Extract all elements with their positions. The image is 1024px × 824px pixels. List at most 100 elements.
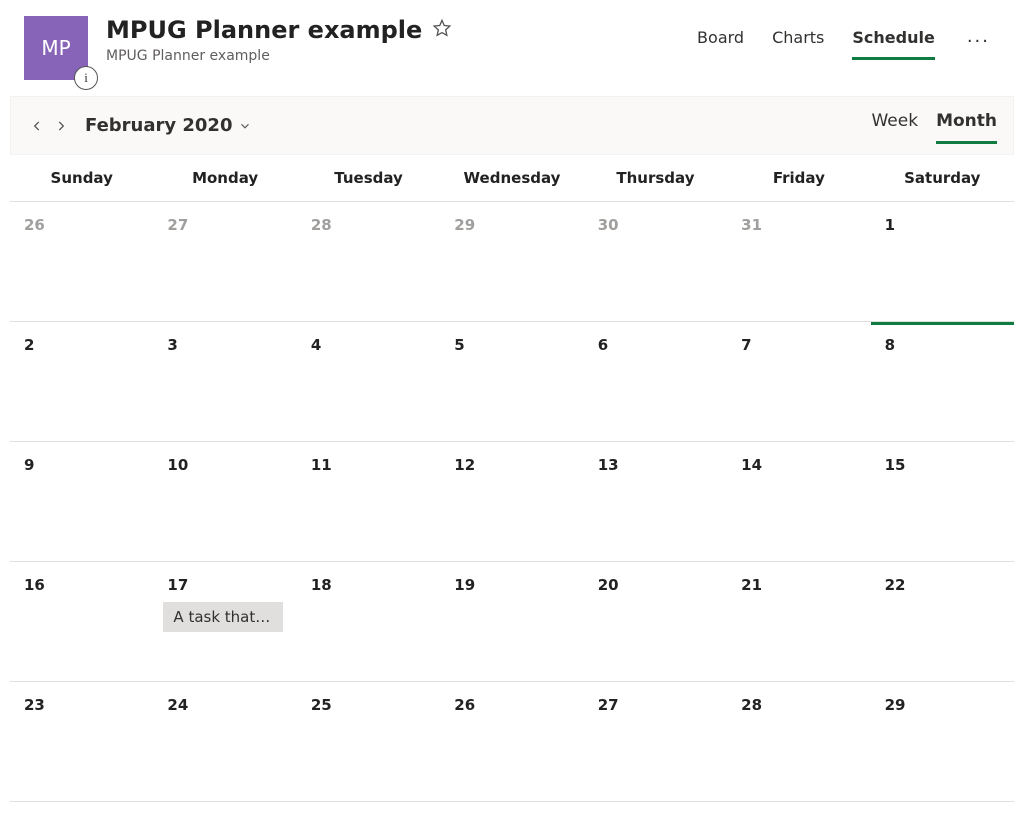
day-number: 3 — [167, 336, 177, 354]
calendar-day[interactable]: 29 — [871, 682, 1014, 801]
page-subtitle: MPUG Planner example — [106, 48, 452, 64]
schedule-toolbar: February 2020 Week Month — [10, 96, 1014, 155]
dow-tuesday: Tuesday — [297, 155, 440, 201]
day-number: 6 — [598, 336, 608, 354]
dow-thursday: Thursday — [584, 155, 727, 201]
calendar-day[interactable]: 7 — [727, 322, 870, 441]
day-number: 7 — [741, 336, 751, 354]
calendar-day[interactable]: 14 — [727, 442, 870, 561]
day-number: 21 — [741, 576, 762, 594]
calendar-day[interactable]: 4 — [297, 322, 440, 441]
calendar-day[interactable]: 31 — [727, 202, 870, 321]
more-icon[interactable]: ··· — [963, 29, 994, 54]
day-number: 17 — [167, 576, 188, 594]
day-number: 29 — [454, 216, 475, 234]
calendar-week: 9 10 11 12 13 14 15 — [10, 442, 1014, 562]
calendar-day[interactable]: 29 — [440, 202, 583, 321]
day-number: 26 — [454, 696, 475, 714]
day-number: 13 — [598, 456, 619, 474]
prev-month-button[interactable] — [27, 116, 47, 136]
dow-saturday: Saturday — [871, 155, 1014, 201]
calendar-week: 16 17 A task that s… 18 19 20 21 22 — [10, 562, 1014, 682]
favorite-star-icon[interactable] — [432, 18, 452, 42]
calendar-day[interactable]: 11 — [297, 442, 440, 561]
tab-schedule[interactable]: Schedule — [852, 22, 934, 60]
header: MP i MPUG Planner example MPUG Planner e… — [0, 0, 1024, 90]
info-icon[interactable]: i — [74, 66, 98, 90]
plan-avatar[interactable]: MP i — [24, 16, 88, 80]
day-number: 12 — [454, 456, 475, 474]
calendar-day[interactable]: 18 — [297, 562, 440, 681]
day-number: 14 — [741, 456, 762, 474]
calendar-week: 2 3 4 5 6 7 8 — [10, 322, 1014, 442]
day-number: 16 — [24, 576, 45, 594]
calendar-day[interactable]: 20 — [584, 562, 727, 681]
view-month-button[interactable]: Month — [936, 107, 997, 144]
calendar-day[interactable]: 22 — [871, 562, 1014, 681]
day-number: 18 — [311, 576, 332, 594]
chevron-down-icon — [238, 119, 252, 133]
calendar-day[interactable]: 24 — [153, 682, 296, 801]
calendar-day[interactable]: 9 — [10, 442, 153, 561]
calendar-day[interactable]: 19 — [440, 562, 583, 681]
day-number: 9 — [24, 456, 34, 474]
calendar-day[interactable]: 17 A task that s… — [153, 562, 296, 681]
day-number: 24 — [167, 696, 188, 714]
calendar-day[interactable]: 3 — [153, 322, 296, 441]
day-number: 11 — [311, 456, 332, 474]
calendar-day[interactable]: 27 — [584, 682, 727, 801]
day-number: 22 — [885, 576, 906, 594]
day-number: 19 — [454, 576, 475, 594]
day-number: 1 — [885, 216, 895, 234]
tab-charts[interactable]: Charts — [772, 22, 824, 60]
calendar-week: 26 27 28 29 30 31 1 — [10, 202, 1014, 322]
calendar-day[interactable]: 6 — [584, 322, 727, 441]
calendar-day[interactable]: 30 — [584, 202, 727, 321]
task-chip[interactable]: A task that s… — [163, 602, 282, 632]
dow-wednesday: Wednesday — [440, 155, 583, 201]
calendar-day[interactable]: 16 — [10, 562, 153, 681]
view-week-button[interactable]: Week — [871, 107, 918, 144]
view-toggle: Week Month — [871, 107, 997, 144]
day-number: 20 — [598, 576, 619, 594]
dow-friday: Friday — [727, 155, 870, 201]
day-number: 30 — [598, 216, 619, 234]
month-picker[interactable]: February 2020 — [85, 115, 252, 136]
calendar-day[interactable]: 27 — [153, 202, 296, 321]
calendar-grid: 26 27 28 29 30 31 1 2 3 4 5 6 7 8 9 10 1… — [10, 202, 1014, 802]
day-number: 27 — [167, 216, 188, 234]
day-number: 2 — [24, 336, 34, 354]
calendar-day[interactable]: 23 — [10, 682, 153, 801]
next-month-button[interactable] — [51, 116, 71, 136]
title-block: MPUG Planner example MPUG Planner exampl… — [106, 16, 452, 64]
calendar-day[interactable]: 13 — [584, 442, 727, 561]
day-number: 5 — [454, 336, 464, 354]
calendar-day[interactable]: 2 — [10, 322, 153, 441]
day-number: 28 — [741, 696, 762, 714]
day-number: 25 — [311, 696, 332, 714]
day-number: 15 — [885, 456, 906, 474]
day-number: 23 — [24, 696, 45, 714]
day-number: 28 — [311, 216, 332, 234]
calendar-day[interactable]: 25 — [297, 682, 440, 801]
calendar-day[interactable]: 28 — [297, 202, 440, 321]
day-number: 29 — [885, 696, 906, 714]
day-number: 31 — [741, 216, 762, 234]
calendar-day[interactable]: 5 — [440, 322, 583, 441]
calendar-day[interactable]: 1 — [871, 202, 1014, 321]
dow-sunday: Sunday — [10, 155, 153, 201]
calendar-day[interactable]: 28 — [727, 682, 870, 801]
calendar-day[interactable]: 10 — [153, 442, 296, 561]
calendar-day[interactable]: 15 — [871, 442, 1014, 561]
tab-board[interactable]: Board — [697, 22, 744, 60]
calendar-day[interactable]: 26 — [10, 202, 153, 321]
day-number: 26 — [24, 216, 45, 234]
calendar-day[interactable]: 21 — [727, 562, 870, 681]
calendar-day[interactable]: 12 — [440, 442, 583, 561]
page-title: MPUG Planner example — [106, 16, 422, 44]
calendar-week: 23 24 25 26 27 28 29 — [10, 682, 1014, 802]
dow-monday: Monday — [153, 155, 296, 201]
calendar-day-today[interactable]: 8 — [871, 322, 1014, 441]
day-number: 8 — [885, 336, 895, 354]
calendar-day[interactable]: 26 — [440, 682, 583, 801]
